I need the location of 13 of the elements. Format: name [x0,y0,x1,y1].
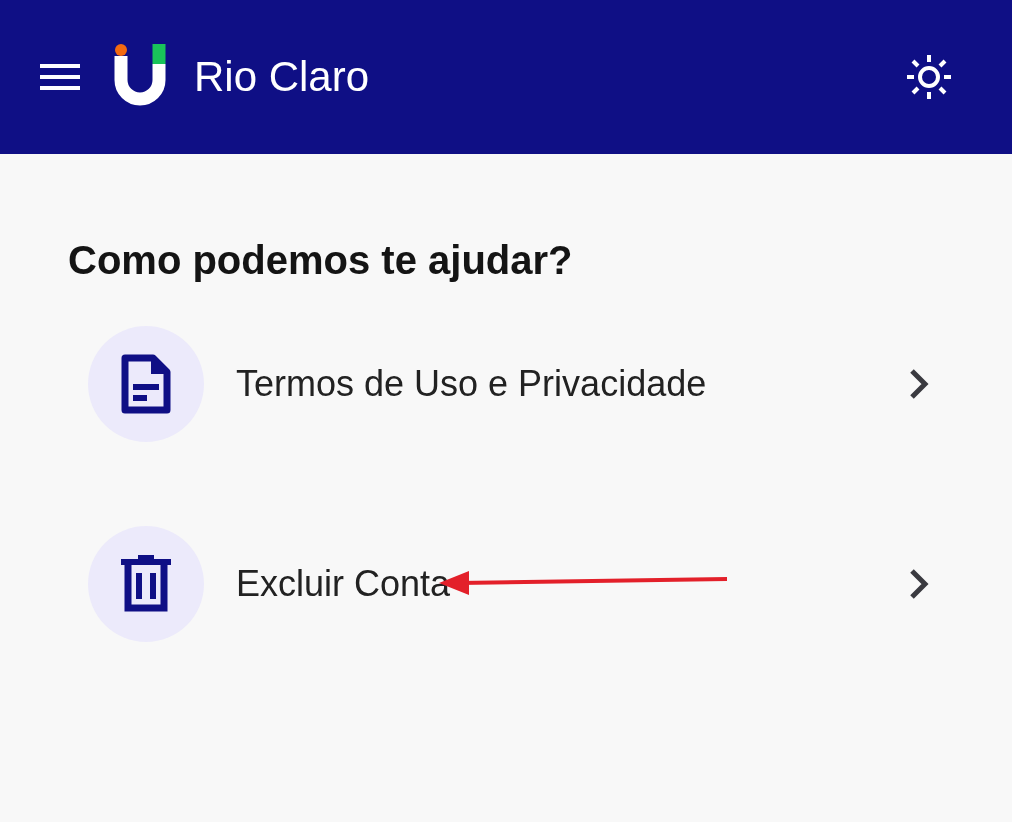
logo-icon [114,44,166,106]
item-label: Excluir Conta [236,563,452,605]
menu-icon[interactable] [40,64,80,90]
document-icon [121,354,171,414]
chevron-icon [908,367,930,401]
menu-item[interactable]: Termos de Uso e Privacidade [88,326,930,442]
item-label: Termos de Uso e Privacidade [236,363,708,405]
app-title: Rio Claro [194,53,370,101]
trash-icon [121,555,171,613]
brightness-icon[interactable] [906,54,952,100]
menu-item[interactable]: Excluir Conta [88,526,930,642]
page-heading: Como podemos te ajudar? [68,237,574,284]
chevron-icon [908,567,930,601]
